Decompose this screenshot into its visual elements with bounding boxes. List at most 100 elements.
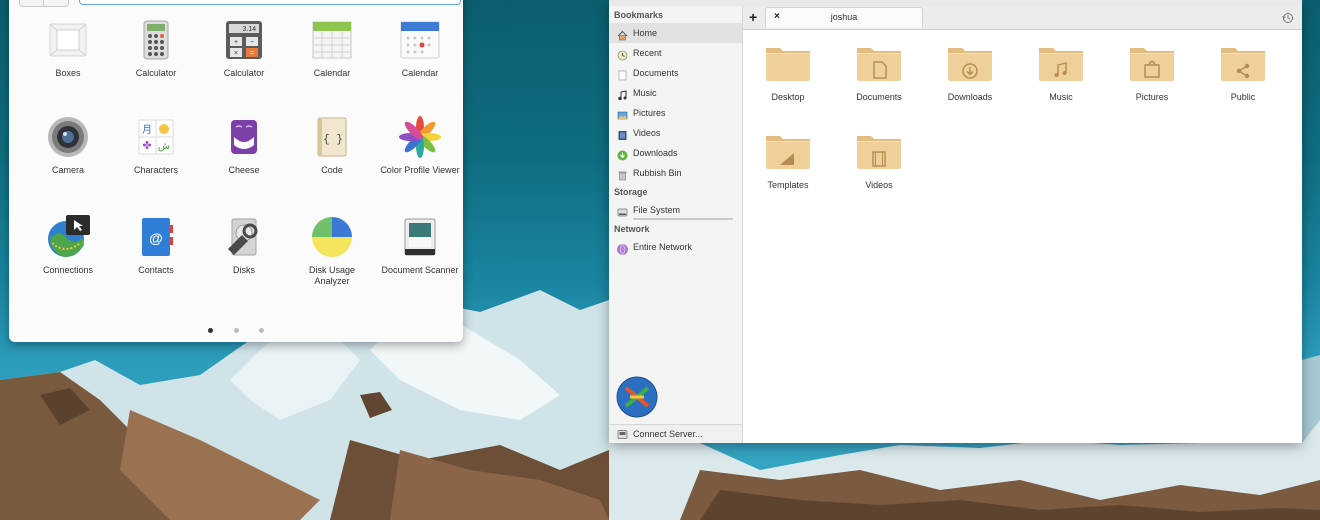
app-document-scanner[interactable]: Document Scanner [375, 215, 465, 276]
folder-label: Desktop [771, 92, 805, 102]
sidebar-item-label: Home [633, 28, 658, 38]
videos-icon [617, 128, 628, 140]
connect-server-label: Connect Server... [633, 429, 703, 439]
history-icon[interactable] [1282, 11, 1294, 23]
app-label: Disk Usage Analyzer [308, 265, 355, 286]
svg-text:月: 月 [142, 124, 152, 136]
app-label: Calculator [135, 68, 177, 78]
app-characters[interactable]: 月 ✤ ش Characters [111, 115, 201, 176]
storage-usage-bar [633, 218, 733, 220]
app-calendar[interactable]: Calendar [287, 18, 377, 79]
search-input[interactable] [79, 0, 461, 5]
documents-icon [617, 68, 628, 80]
sidebar: Bookmarks Home Recent Documents Music Pi… [609, 6, 743, 443]
sidebar-item-pictures[interactable]: Pictures [609, 103, 742, 123]
app-calculator[interactable]: Calculator [111, 18, 201, 79]
new-tab-button[interactable]: + [749, 9, 757, 25]
svg-text:−: − [250, 39, 254, 46]
app-label: Calculator [223, 68, 265, 78]
app-label: Calendar [313, 68, 351, 78]
sidebar-item-documents[interactable]: Documents [609, 63, 742, 83]
app-cheese[interactable]: Cheese [199, 115, 289, 176]
app-color-profile-viewer[interactable]: Color Profile Viewer [375, 115, 465, 176]
folder-label: Public [1230, 92, 1256, 102]
sidebar-item-rubbish-bin[interactable]: Rubbish Bin [609, 163, 742, 183]
sidebar-item-entire-network[interactable]: Entire Network [609, 237, 742, 257]
folder-pictures[interactable]: Pictures [1107, 44, 1197, 102]
folder-videos[interactable]: Videos [834, 132, 924, 190]
folder-music[interactable]: Music [1016, 44, 1106, 102]
app-code[interactable]: { } Code [287, 115, 377, 176]
app-disks[interactable]: Disks [199, 215, 289, 276]
svg-text:=: = [250, 50, 254, 57]
folder-view: Desktop Documents Downloads Music Pictures Pu… [743, 30, 1302, 443]
folder-label: Templates [767, 180, 809, 190]
page-dot-3[interactable] [258, 328, 264, 333]
folder-icon [766, 48, 810, 81]
folder-icon [1130, 48, 1174, 81]
camera-icon [46, 115, 90, 159]
folder-icon [857, 136, 901, 169]
sidebar-item-label: Pictures [633, 108, 666, 118]
code-icon: { } [310, 115, 354, 159]
app-label: Code [321, 165, 343, 175]
sidebar-item-label: Videos [633, 128, 661, 138]
tab-title: joshua [830, 12, 858, 22]
contacts-icon: @ [134, 215, 178, 259]
tab-joshua[interactable]: × joshua [765, 7, 923, 28]
color-profile-icon [398, 115, 442, 159]
folder-templates[interactable]: Templates [743, 132, 833, 190]
tab-bar: + × joshua [743, 6, 1302, 30]
app-label: Color Profile Viewer [380, 165, 460, 175]
rubbish-bin-icon [617, 168, 628, 180]
app-boxes[interactable]: Boxes [23, 18, 113, 79]
sidebar-item-label: Downloads [633, 148, 678, 158]
bookmarks-header: Bookmarks [614, 10, 664, 20]
folder-public[interactable]: Public [1198, 44, 1288, 102]
sidebar-item-label: File System [633, 205, 681, 215]
folder-desktop[interactable]: Desktop [743, 44, 833, 102]
folder-label: Documents [856, 92, 902, 102]
sidebar-item-label: Music [633, 88, 657, 98]
downloads-icon [617, 148, 628, 160]
calculator-icon [134, 18, 178, 62]
folder-label: Videos [865, 180, 893, 190]
drive-icon [617, 205, 628, 216]
svg-text:+: + [234, 39, 238, 46]
connections-icon [46, 215, 90, 259]
sidebar-item-home[interactable]: Home [609, 23, 742, 43]
page-dot-2[interactable] [233, 328, 239, 333]
sidebar-item-recent[interactable]: Recent [609, 43, 742, 63]
app-connections[interactable]: Connections [23, 215, 113, 276]
app-label: Contacts [138, 265, 174, 275]
music-icon [617, 88, 628, 100]
app-camera[interactable]: Camera [23, 115, 113, 176]
folder-icon [766, 136, 810, 169]
folder-downloads[interactable]: Downloads [925, 44, 1015, 102]
calendar-alt-icon [398, 18, 442, 62]
app-calendar-alt[interactable]: Calendar [375, 18, 465, 79]
connect-server-button[interactable]: Connect Server... [609, 424, 742, 443]
cheese-icon [222, 115, 266, 159]
app-label: Disks [233, 265, 255, 275]
code-glyph: { } [323, 134, 343, 146]
storage-header: Storage [614, 187, 648, 197]
home-icon [617, 28, 628, 40]
app-calculator-alt[interactable]: 3.14 + − × = Calculator [199, 18, 289, 79]
app-label: Characters [133, 165, 178, 175]
sidebar-item-downloads[interactable]: Downloads [609, 143, 742, 163]
sidebar-item-file-system[interactable]: File System [609, 200, 742, 220]
network-icon [617, 242, 628, 255]
calculator-display: 3.14 [242, 26, 256, 33]
app-contacts[interactable]: @ Contacts [111, 215, 201, 276]
page-dot-1[interactable] [208, 328, 214, 333]
folder-documents[interactable]: Documents [834, 44, 924, 102]
app-label: Connections [42, 265, 94, 275]
sidebar-item-label: Recent [633, 48, 662, 58]
sidebar-item-videos[interactable]: Videos [609, 123, 742, 143]
folder-icon [1221, 48, 1265, 81]
folder-icon [857, 48, 901, 81]
sidebar-item-music[interactable]: Music [609, 83, 742, 103]
app-disk-usage-analyzer[interactable]: Disk Usage Analyzer [287, 215, 377, 287]
view-toggle[interactable] [19, 0, 69, 7]
